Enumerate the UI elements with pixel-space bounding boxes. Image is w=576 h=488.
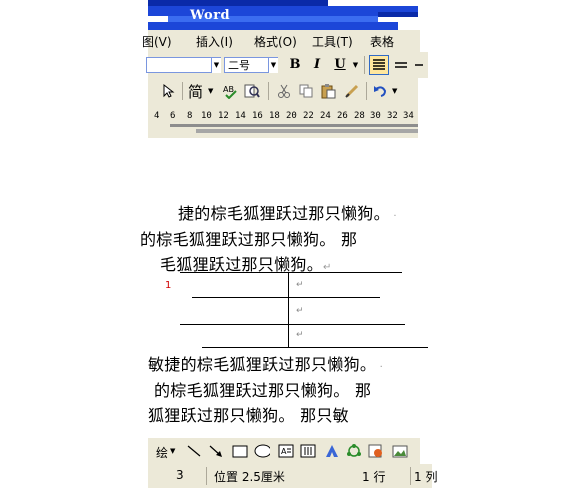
document-line: 敏捷的棕毛狐狸跃过那只懒狗。 · (148, 355, 384, 374)
menu-format[interactable]: 格式(O) (254, 33, 297, 50)
cell-end-mark: ↵ (296, 280, 304, 290)
ruler-tick: 30 (370, 111, 381, 121)
cut-icon[interactable] (276, 83, 292, 99)
ruler-tick: 34 (403, 111, 414, 121)
status-bar: 3 位置 2.5厘米 1 行 1 列 (148, 464, 437, 488)
cursor-icon[interactable] (160, 83, 176, 99)
document-line: 狐狸跃过那只懒狗。 那只敏 (148, 406, 349, 425)
underline-button[interactable]: U (331, 56, 349, 74)
app-title: Word (190, 8, 231, 23)
font-size-value: 二号 (228, 59, 250, 72)
traditional-chinese-button[interactable]: 简 (188, 81, 203, 102)
textbox-tool-icon[interactable]: A (278, 443, 294, 459)
svg-text:AB: AB (223, 85, 234, 94)
document-line: 的棕毛狐狸跃过那只懒狗。 那 (140, 230, 358, 249)
menu-table[interactable]: 表格 (370, 33, 394, 50)
ruler-track (196, 129, 418, 133)
italic-button[interactable]: I (308, 56, 326, 74)
spelling-check-icon[interactable]: AB (222, 83, 238, 99)
chevron-down-icon[interactable]: ▼ (351, 58, 360, 73)
bold-button[interactable]: B (286, 56, 304, 74)
rectangle-tool-icon[interactable] (232, 443, 248, 459)
vertical-textbox-icon[interactable] (300, 443, 316, 459)
align-justify-button[interactable] (369, 55, 389, 75)
ruler-tick: 26 (337, 111, 348, 121)
font-name-dropdown[interactable] (146, 57, 221, 73)
clipart-icon[interactable] (368, 443, 384, 459)
copy-icon[interactable] (298, 83, 314, 99)
standard-toolbar: 简 ▼ AB ▼ (148, 78, 418, 104)
undo-icon[interactable] (372, 83, 388, 99)
ruler-tick: 20 (286, 111, 297, 121)
table-marker: 1 (165, 280, 172, 291)
menu-view[interactable]: 图(V) (142, 33, 172, 50)
status-line: 1 行 (362, 470, 386, 484)
chevron-down-icon[interactable]: ▼ (268, 58, 278, 73)
chevron-down-icon[interactable]: ▼ (392, 87, 397, 95)
arrow-tool-icon[interactable] (208, 443, 224, 459)
menu-tools[interactable]: 工具(T) (312, 33, 353, 50)
ruler-track (170, 124, 418, 127)
ruler-tick: 18 (269, 111, 280, 121)
ruler-tick: 16 (252, 111, 263, 121)
drawing-toolbar: 绘 ▼ A (148, 438, 420, 464)
document-line: 的棕毛狐狸跃过那只懒狗。 那 (154, 381, 372, 400)
menu-bar: 图(V) 插入(I) 格式(O) 工具(T) 表格 (142, 30, 420, 52)
cell-end-mark: ↵ (296, 330, 304, 340)
align-justify-icon (373, 59, 385, 70)
cell-end-mark: ↵ (296, 306, 304, 316)
chevron-down-icon[interactable]: ▼ (211, 58, 221, 73)
ruler-tick: 28 (354, 111, 365, 121)
draw-menu-button[interactable]: 绘 (156, 444, 168, 461)
align-distributed-icon[interactable] (394, 61, 408, 69)
insert-picture-icon[interactable] (392, 443, 408, 459)
title-bar: Word (148, 0, 420, 30)
document-line: 捷的棕毛狐狸跃过那只懒狗。 · (178, 204, 397, 223)
ruler-tick: 14 (235, 111, 246, 121)
wordart-icon[interactable] (324, 443, 340, 459)
ruler-tick: 12 (218, 111, 229, 121)
document-table[interactable]: ↵ ↵ ↵ (160, 272, 430, 352)
paste-icon[interactable] (320, 83, 336, 99)
format-painter-icon[interactable] (344, 83, 360, 99)
line-tool-icon[interactable] (186, 443, 202, 459)
diagram-icon[interactable] (346, 443, 362, 459)
toolbar-overflow-icon[interactable] (414, 63, 424, 67)
status-column: 1 列 (414, 470, 438, 484)
ruler-tick: 10 (201, 111, 212, 121)
chevron-down-icon[interactable]: ▼ (170, 447, 175, 455)
horizontal-ruler[interactable]: 4 6 8 10 12 14 16 18 20 22 24 26 28 30 3… (148, 104, 418, 138)
ruler-tick: 4 (154, 111, 160, 121)
ruler-tick: 32 (387, 111, 398, 121)
ruler-tick: 24 (320, 111, 331, 121)
svg-text:A: A (281, 447, 287, 456)
status-page: 3 (176, 468, 184, 482)
formatting-toolbar: ▼ 二号 ▼ B I U ▼ (146, 52, 428, 78)
menu-insert[interactable]: 插入(I) (196, 33, 233, 50)
ruler-tick: 6 (170, 111, 176, 121)
status-position: 位置 2.5厘米 (214, 470, 285, 484)
chevron-down-icon[interactable]: ▼ (208, 87, 213, 95)
ruler-tick: 22 (303, 111, 314, 121)
ruler-tick: 8 (187, 111, 193, 121)
oval-tool-icon[interactable] (254, 443, 270, 459)
research-icon[interactable] (244, 83, 260, 99)
